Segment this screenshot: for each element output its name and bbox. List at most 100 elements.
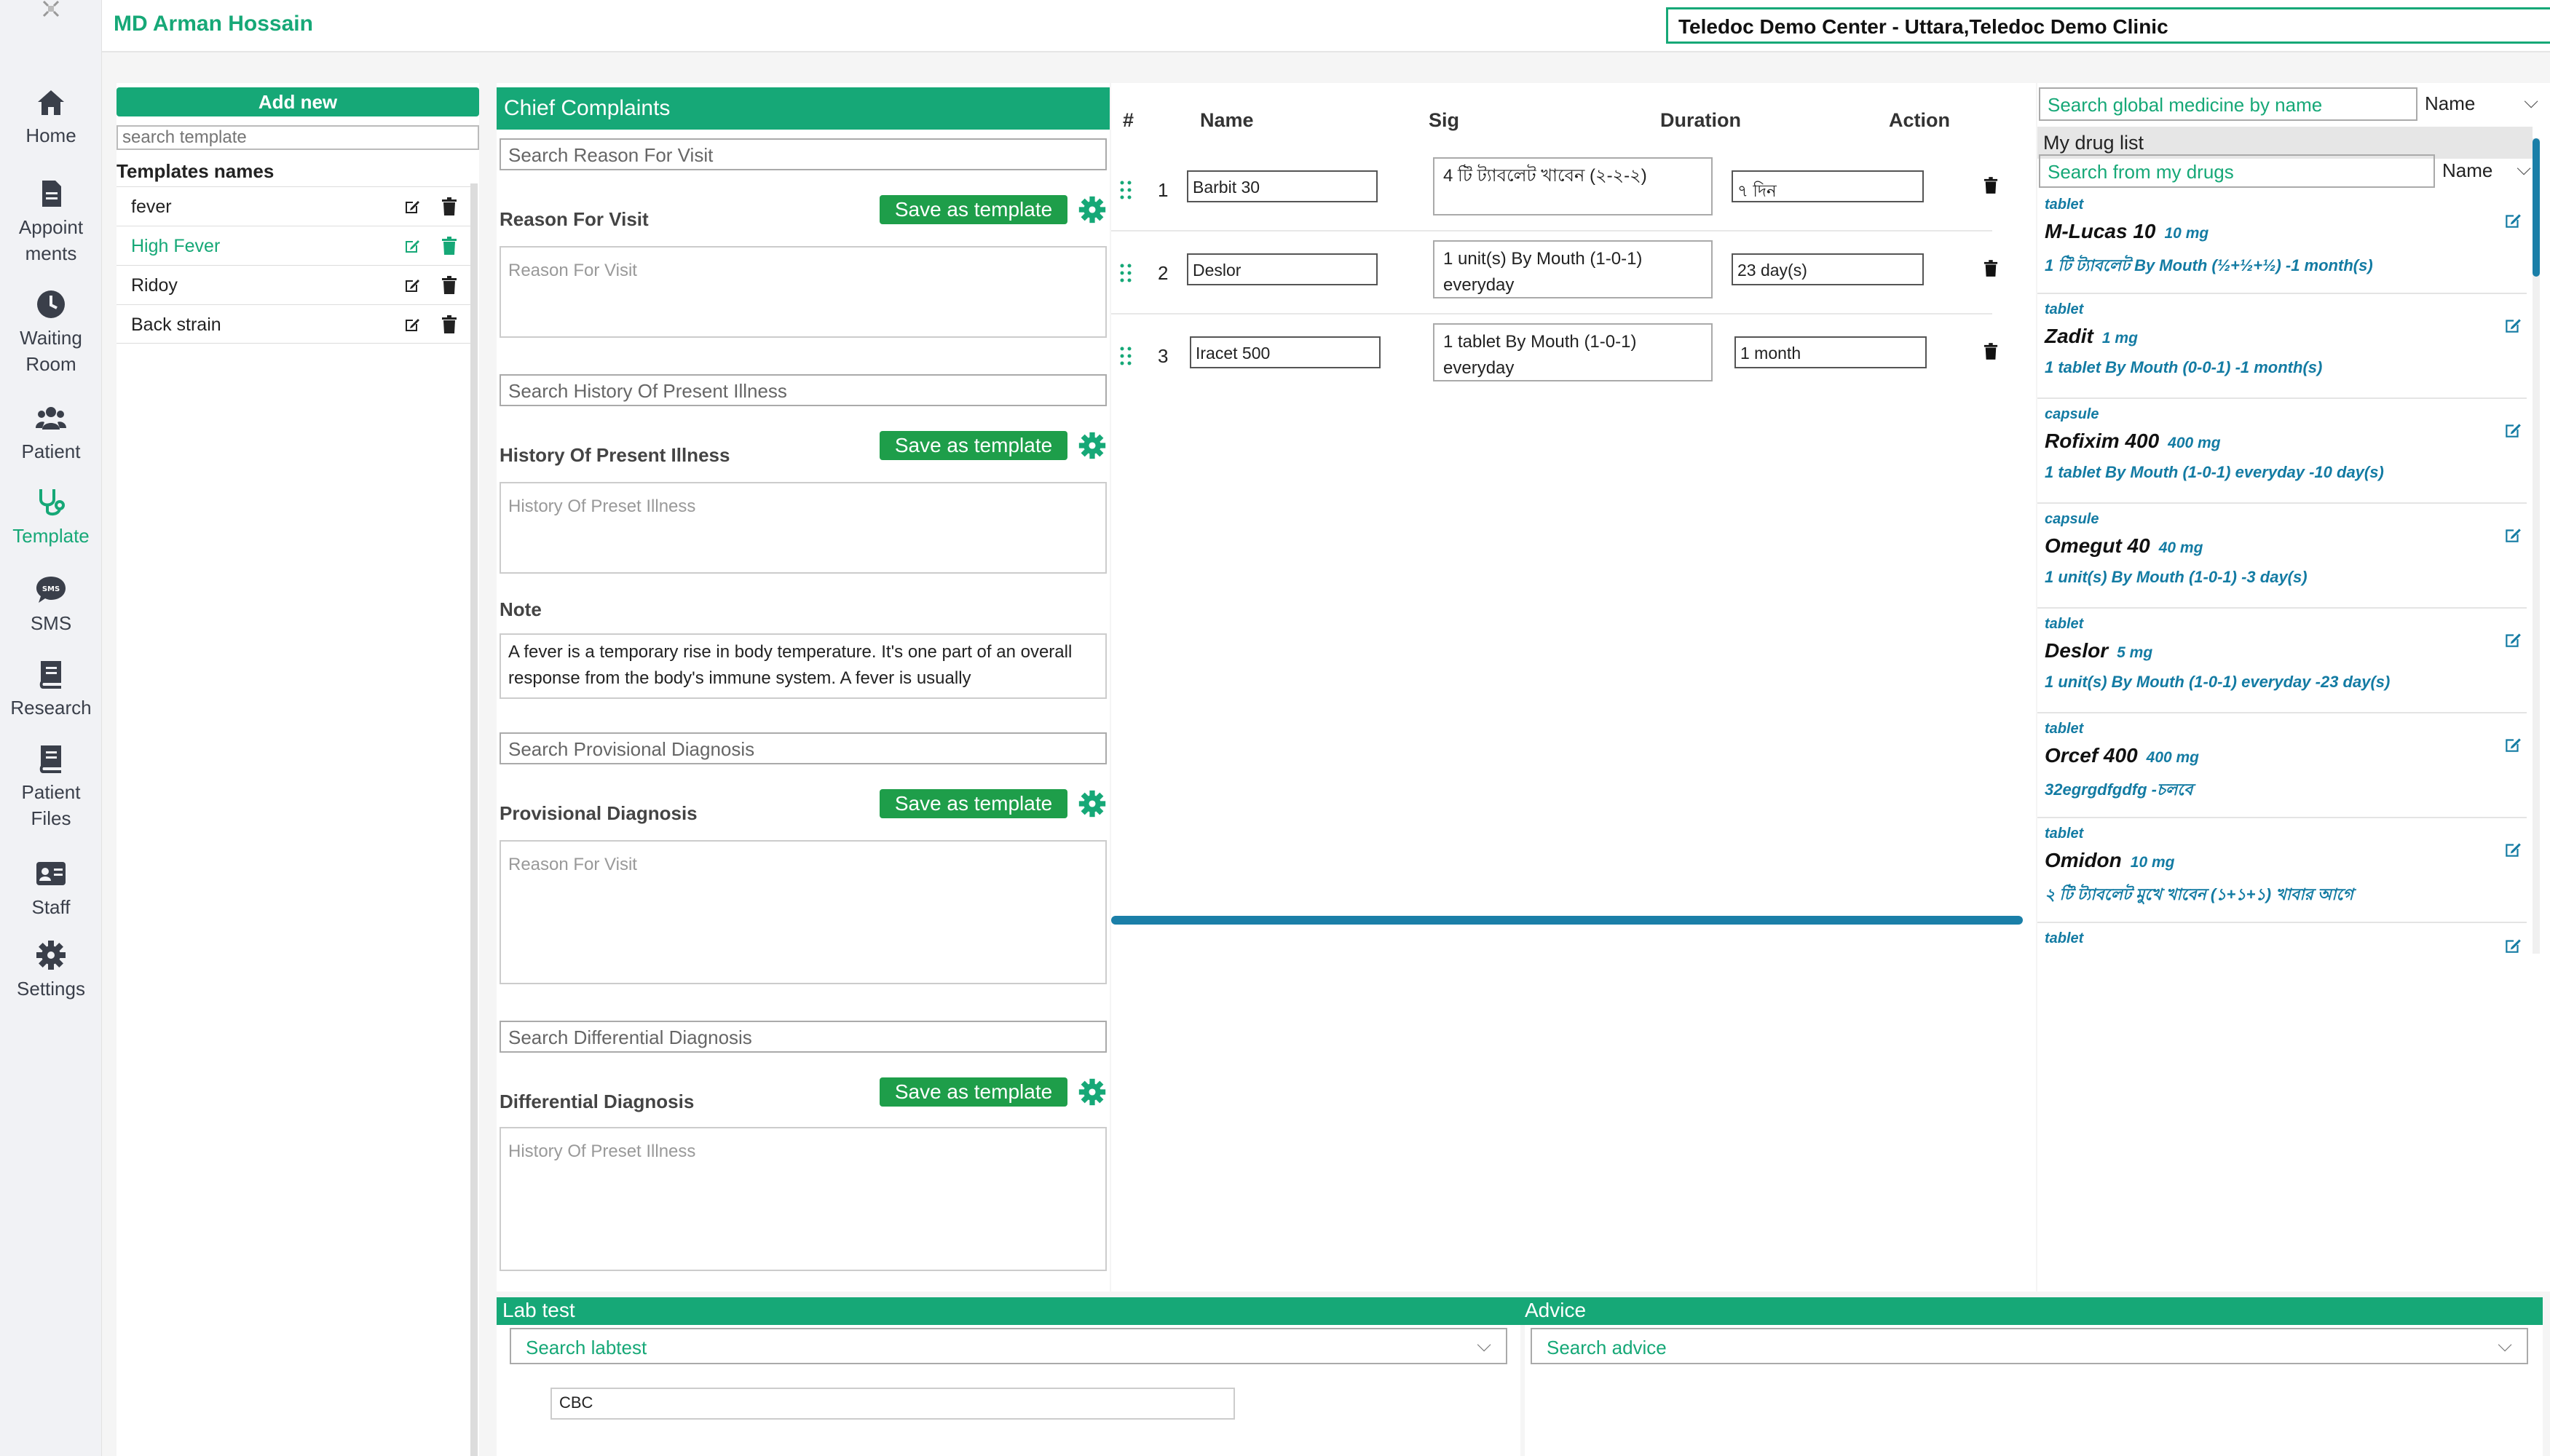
drug-item[interactable]: capsule Omegut 40 40 mg 1 unit(s) By Mout… <box>2037 504 2527 609</box>
note-textarea[interactable]: A fever is a temporary rise in body temp… <box>500 633 1107 699</box>
edit-icon[interactable] <box>403 277 421 294</box>
drug-item[interactable]: tablet <box>2037 923 2527 954</box>
gear-icon[interactable] <box>1078 195 1107 224</box>
drug-sig: 32egrgdfgdfg -চলবে <box>2045 780 2193 799</box>
drug-list-scrollbar[interactable] <box>2533 138 2540 277</box>
drug-item[interactable]: tablet Orcef 400 400 mg 32egrgdfgdfg -চলব… <box>2037 713 2527 818</box>
edit-icon[interactable] <box>403 237 421 255</box>
nav-waiting-room-label: Waiting Room <box>20 327 82 375</box>
edit-icon[interactable] <box>2503 936 2522 954</box>
nav-patient[interactable]: Patient <box>0 402 102 464</box>
nav-appointments[interactable]: Appoint ments <box>0 178 102 266</box>
trash-icon[interactable] <box>441 276 457 295</box>
drug-name-line: M-Lucas 10 10 mg <box>2045 220 2208 243</box>
drug-name-line: Zadit 1 mg <box>2045 325 2138 348</box>
drug-item[interactable]: tablet Deslor 5 mg 1 unit(s) By Mouth (1-… <box>2037 609 2527 713</box>
trash-icon[interactable] <box>1983 176 1998 195</box>
drag-handle-icon[interactable] <box>1118 179 1133 201</box>
reason-textarea[interactable]: Reason For Visit <box>500 246 1107 338</box>
edit-icon[interactable] <box>2503 630 2522 649</box>
advice-heading: Advice <box>1525 1299 1587 1321</box>
lab-test-item-input[interactable]: CBC <box>550 1388 1235 1420</box>
gear-icon[interactable] <box>1078 1077 1107 1107</box>
reason-save-template-button[interactable]: Save as template <box>880 195 1067 224</box>
nav-sms[interactable]: SMS SMS <box>0 574 102 636</box>
template-item-back-strain[interactable]: Back strain <box>117 304 473 344</box>
nav-home[interactable]: Home <box>0 86 102 149</box>
drag-handle-icon[interactable] <box>1118 345 1133 367</box>
provisional-search-input[interactable]: Search Provisional Diagnosis <box>500 732 1107 764</box>
medicine-duration-input[interactable]: 23 day(s) <box>1732 253 1924 285</box>
templates-scrollbar[interactable] <box>470 183 478 1456</box>
horizontal-scrollbar[interactable] <box>1111 916 2023 925</box>
edit-icon[interactable] <box>2503 735 2522 754</box>
my-drugs-search-input[interactable]: Search from my drugs <box>2039 154 2435 188</box>
template-item-ridoy[interactable]: Ridoy <box>117 265 473 304</box>
advice-search-select[interactable]: Search advice ⌵ <box>1531 1328 2528 1364</box>
global-sort-select[interactable]: Name ⌵ <box>2419 87 2543 121</box>
drug-form: tablet <box>2045 301 2084 317</box>
drug-item[interactable]: tablet M-Lucas 10 10 mg 1 টি ট্যাবলেট By … <box>2037 189 2527 294</box>
lab-test-heading: Lab test <box>502 1299 575 1321</box>
provisional-save-template-button[interactable]: Save as template <box>880 789 1067 818</box>
drag-handle-icon[interactable] <box>1118 262 1133 284</box>
row-number: 2 <box>1158 262 1169 284</box>
medicine-sig-input[interactable]: 1 unit(s) By Mouth (1-0-1) everyday <box>1433 240 1713 298</box>
edit-icon[interactable] <box>2503 211 2522 230</box>
provisional-textarea[interactable]: Reason For Visit <box>500 840 1107 984</box>
history-search-input[interactable]: Search History Of Present Illness <box>500 374 1107 406</box>
template-search-input[interactable] <box>117 125 479 150</box>
nav-research[interactable]: Research <box>0 658 102 721</box>
nav-staff[interactable]: Staff <box>0 858 102 920</box>
trash-icon[interactable] <box>1983 342 1998 361</box>
edit-icon[interactable] <box>403 198 421 215</box>
medicine-sig-input[interactable]: 4 টি ট্যাবলেট খাবেন (২-২-২) <box>1433 157 1713 215</box>
medicine-name-input[interactable]: Deslor <box>1187 253 1378 285</box>
my-drugs-sort-select[interactable]: Name ⌵ <box>2436 154 2534 188</box>
medicine-name-input[interactable]: Iracet 500 <box>1190 336 1381 368</box>
gear-icon[interactable] <box>1078 789 1107 818</box>
differential-search-input[interactable]: Search Differential Diagnosis <box>500 1021 1107 1053</box>
stethoscope-icon <box>39 489 65 516</box>
edit-icon[interactable] <box>2503 526 2522 545</box>
drug-name-line: Rofixim 400 400 mg <box>2045 430 2221 453</box>
medicine-name-input[interactable]: Barbit 30 <box>1187 170 1378 202</box>
drug-item[interactable]: capsule Rofixim 400 400 mg 1 tablet By Mo… <box>2037 399 2527 504</box>
trash-icon[interactable] <box>441 237 457 256</box>
lab-test-search-select[interactable]: Search labtest ⌵ <box>510 1328 1507 1364</box>
drug-strength: 40 mg <box>2158 539 2203 556</box>
edit-icon[interactable] <box>2503 316 2522 335</box>
drug-item[interactable]: tablet Zadit 1 mg 1 tablet By Mouth (0-0-… <box>2037 294 2527 399</box>
edit-icon[interactable] <box>2503 421 2522 440</box>
template-item-high-fever[interactable]: High Fever <box>117 226 473 265</box>
nav-settings-label: Settings <box>17 978 85 1000</box>
nav-template[interactable]: Template <box>0 486 102 549</box>
reason-search-input[interactable]: Search Reason For Visit <box>500 138 1107 170</box>
nav-settings[interactable]: Settings <box>0 939 102 1002</box>
medicine-sig-input[interactable]: 1 tablet By Mouth (1-0-1) everyday <box>1433 323 1713 381</box>
history-save-template-button[interactable]: Save as template <box>880 431 1067 460</box>
trash-icon[interactable] <box>1983 259 1998 278</box>
drug-name: M-Lucas 10 <box>2045 220 2156 242</box>
nav-patient-files[interactable]: Patient Files <box>0 743 102 831</box>
column-header-number: # <box>1123 109 1134 131</box>
add-new-button[interactable]: Add new <box>117 87 479 116</box>
template-item-fever[interactable]: fever <box>117 186 473 226</box>
drug-item[interactable]: tablet Omidon 10 mg ২ টি ট্যাবলেট মুখে খা… <box>2037 818 2527 923</box>
trash-icon[interactable] <box>441 197 457 216</box>
clinic-select[interactable]: Teledoc Demo Center - Uttara,Teledoc Dem… <box>1666 7 2550 44</box>
drug-list-panel: Search global medicine by name Name ⌵ My… <box>2037 83 2550 1291</box>
edit-icon[interactable] <box>2503 840 2522 859</box>
trash-icon[interactable] <box>441 315 457 334</box>
medicine-duration-input[interactable]: ৭ দিন <box>1732 170 1924 202</box>
medicine-duration-input[interactable]: 1 month <box>1734 336 1927 368</box>
differential-save-template-button[interactable]: Save as template <box>880 1077 1067 1107</box>
drug-name-line: Omegut 40 40 mg <box>2045 534 2203 558</box>
differential-textarea[interactable]: History Of Preset Illness <box>500 1127 1107 1271</box>
nav-waiting-room[interactable]: Waiting Room <box>0 288 102 377</box>
history-textarea[interactable]: History Of Preset Illness <box>500 482 1107 574</box>
gear-icon[interactable] <box>1078 431 1107 460</box>
sms-icon: SMS <box>36 577 66 603</box>
global-medicine-search-input[interactable]: Search global medicine by name <box>2039 87 2417 121</box>
edit-icon[interactable] <box>403 316 421 333</box>
